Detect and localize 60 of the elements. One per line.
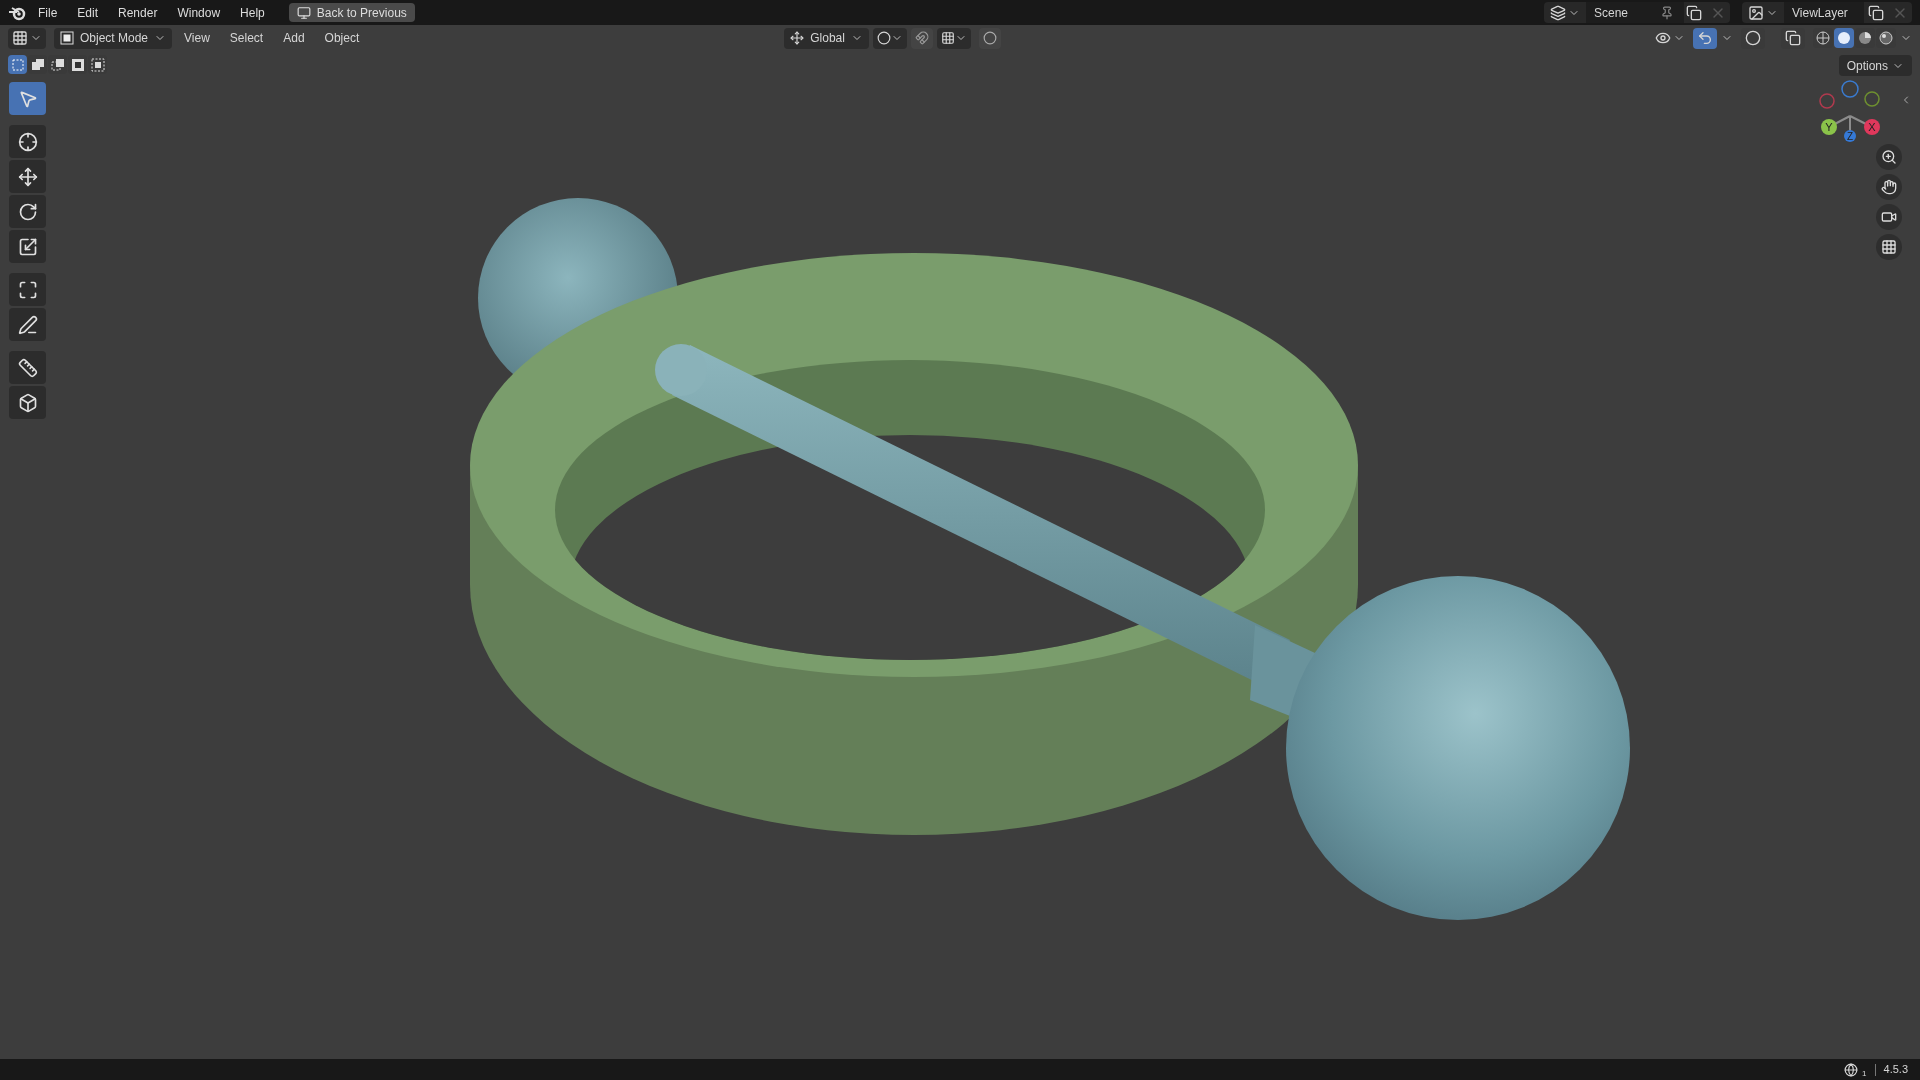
back-to-previous-button[interactable]: Back to Previous — [288, 3, 415, 22]
axis-gizmo[interactable]: Y X Z — [1814, 76, 1886, 142]
header-menu-item[interactable]: Object — [316, 29, 368, 47]
hand-icon — [1881, 179, 1897, 195]
proportional-edit-toggle[interactable] — [978, 27, 1001, 49]
pivot-dropdown[interactable] — [872, 27, 907, 49]
menu-item[interactable]: Window — [169, 1, 229, 24]
magnet-icon — [914, 31, 929, 45]
app-logo-icon[interactable] — [8, 4, 26, 21]
header-menu-item[interactable]: Add — [275, 29, 313, 47]
gizmo-toggle[interactable] — [1693, 27, 1717, 49]
navigation-button[interactable] — [1876, 204, 1902, 230]
pencil-icon — [17, 314, 38, 335]
header-menu-item[interactable]: View — [176, 29, 218, 47]
eye-icon — [1655, 30, 1671, 46]
options-dropdown[interactable]: Options — [1838, 55, 1912, 76]
tool-button[interactable] — [9, 195, 46, 228]
move-arrows-icon — [17, 166, 38, 187]
copy-icon[interactable] — [1868, 4, 1884, 21]
tool-button[interactable] — [9, 230, 46, 263]
view-layer-name-field[interactable]: ViewLayer — [1784, 2, 1864, 23]
menu-item[interactable]: File — [30, 1, 66, 24]
copy-icon[interactable] — [1686, 4, 1702, 21]
snap-toggle[interactable] — [910, 27, 933, 49]
snap-target-dropdown[interactable] — [936, 27, 971, 49]
navigation-button[interactable] — [1876, 144, 1902, 170]
globe-icon — [1844, 1062, 1859, 1077]
orientation-dropdown[interactable]: Global — [784, 27, 869, 49]
back-icon — [296, 5, 311, 20]
scene-count: 1 — [1862, 1067, 1867, 1080]
selection-mode-button[interactable] — [8, 55, 27, 74]
navigation-button[interactable] — [1876, 174, 1902, 200]
grid-icon — [940, 31, 955, 45]
editor-type-button[interactable] — [8, 27, 46, 49]
tool-button[interactable] — [9, 351, 46, 384]
tool-button[interactable] — [9, 273, 46, 306]
zoom-icon — [1881, 149, 1897, 165]
grid-icon — [1881, 239, 1897, 255]
camera-icon — [1881, 209, 1897, 225]
tool-button[interactable] — [9, 125, 46, 158]
tool-button[interactable] — [9, 308, 46, 341]
scene-name-field[interactable]: Scene — [1586, 2, 1684, 23]
header-menu-item[interactable]: Select — [221, 29, 272, 47]
mode-dropdown[interactable]: Object Mode — [54, 27, 173, 49]
cube-icon — [17, 392, 38, 413]
crosshair-icon — [17, 131, 38, 152]
rotate-icon — [17, 201, 38, 222]
pin-icon[interactable] — [1660, 5, 1674, 20]
navigation-button[interactable] — [1876, 234, 1902, 260]
scale-icon — [17, 236, 38, 257]
menu-item[interactable]: Help — [232, 1, 273, 24]
tool-button[interactable] — [9, 386, 46, 419]
menu-item[interactable]: Render — [110, 1, 166, 24]
shading-mode-button[interactable] — [1834, 28, 1854, 48]
version-label: 4.5.3 — [1883, 1062, 1908, 1078]
object-icon — [60, 31, 74, 45]
ruler-icon — [17, 357, 38, 378]
scene-icon — [1550, 4, 1566, 21]
tool-button[interactable] — [9, 160, 46, 193]
menu-item[interactable]: Edit — [69, 1, 107, 24]
